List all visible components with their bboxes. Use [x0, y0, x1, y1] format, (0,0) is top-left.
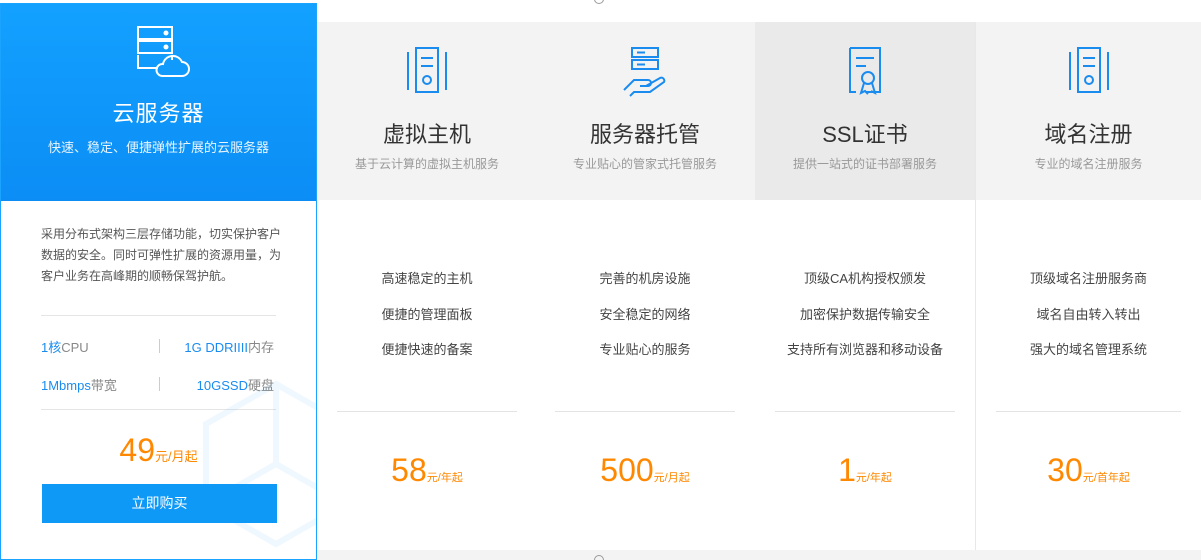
product-subtitle: 专业的域名注册服务	[1034, 157, 1143, 171]
price-number: 500	[600, 452, 654, 488]
price-unit: 元/年起	[426, 472, 463, 484]
product-price: 1元/年起	[755, 452, 975, 489]
spec-memory: 1G DDRIIII内存	[184, 337, 274, 356]
feature-item: 专业贴心的服务	[599, 342, 691, 357]
product-title: SSL证书	[822, 122, 908, 147]
feature-item: 支持所有浏览器和移动设备	[786, 342, 943, 357]
spec-value: 1G DDRIIII	[184, 340, 248, 355]
featured-price: 49元/月起	[1, 432, 316, 469]
featured-subtitle: 快速、稳定、便捷弹性扩展的云服务器	[47, 140, 269, 155]
spec-value: 1核	[41, 340, 62, 355]
feature-item: 域名自由转入转出	[1036, 307, 1141, 322]
feature-item: 安全稳定的网络	[599, 307, 691, 322]
spec-unit: 内存	[247, 340, 274, 355]
featured-description: 采用分布式架构三层存储功能，切实保护客户数据的安全。同时可弹性扩展的资源用量，为…	[41, 227, 282, 283]
product-price: 500元/月起	[535, 452, 755, 489]
carousel-dot-top	[594, 0, 604, 4]
product-title: 域名注册	[1044, 122, 1133, 147]
product-subtitle: 专业贴心的管家式托管服务	[572, 157, 717, 171]
feature-item: 强大的域名管理系统	[1029, 342, 1147, 357]
featured-card-cloud-server: 云服务器 快速、稳定、便捷弹性扩展的云服务器 采用分布式架构三层存储功能，切实保…	[0, 3, 317, 560]
feature-item: 高速稳定的主机	[381, 271, 473, 286]
divider	[555, 411, 735, 412]
price-unit: 元/年起	[855, 472, 892, 484]
cloud-server-icon	[137, 26, 190, 77]
divider	[996, 411, 1181, 412]
product-price: 30元/首年起	[976, 452, 1201, 489]
feature-item: 加密保护数据传输安全	[799, 307, 930, 322]
product-card-domain-registration[interactable]: 域名注册 专业的域名注册服务 顶级域名注册服务商 域名自由转入转出 强大的域名管…	[976, 22, 1201, 550]
price-number: 49	[119, 432, 155, 468]
price-number: 58	[391, 452, 427, 488]
feature-item: 便捷的管理面板	[381, 307, 473, 322]
server-tower-icon	[407, 47, 447, 93]
price-number: 1	[838, 452, 856, 488]
server-tower-icon	[1068, 47, 1109, 93]
buy-now-button[interactable]: 立即购买	[42, 484, 277, 523]
product-card-server-hosting[interactable]: 服务器托管 专业贴心的管家式托管服务 完善的机房设施 安全稳定的网络 专业贴心的…	[535, 22, 756, 550]
spec-bandwidth: 1Mbmps带宽	[41, 375, 117, 394]
hand-server-icon	[623, 47, 666, 97]
spec-unit: CPU	[61, 340, 89, 355]
price-unit: 元/月起	[154, 449, 198, 464]
carousel-dot-bottom[interactable]	[594, 555, 604, 560]
spec-separator	[159, 339, 160, 353]
product-card-virtual-host[interactable]: 虚拟主机 基于云计算的虚拟主机服务 高速稳定的主机 便捷的管理面板 便捷快速的备…	[317, 22, 538, 550]
price-unit: 元/月起	[653, 472, 690, 484]
feature-item: 便捷快速的备案	[381, 342, 473, 357]
featured-header: 云服务器 快速、稳定、便捷弹性扩展的云服务器	[1, 4, 316, 201]
product-title: 服务器托管	[589, 122, 700, 147]
divider	[337, 411, 517, 412]
feature-item: 顶级CA机构授权颁发	[803, 271, 927, 286]
divider	[41, 315, 276, 316]
product-subtitle: 基于云计算的虚拟主机服务	[354, 157, 499, 171]
product-subtitle: 提供一站式的证书部署服务	[792, 157, 937, 171]
product-card-ssl-certificate[interactable]: SSL证书 提供一站式的证书部署服务 顶级CA机构授权颁发 加密保护数据传输安全…	[755, 22, 976, 550]
feature-item: 完善的机房设施	[599, 271, 691, 286]
product-title: 虚拟主机	[382, 122, 471, 147]
featured-title: 云服务器	[112, 101, 205, 126]
product-price: 58元/年起	[317, 452, 537, 489]
bottom-strip	[317, 550, 1201, 560]
certificate-icon	[849, 47, 881, 95]
product-header: 服务器托管 专业贴心的管家式托管服务	[535, 22, 755, 200]
spec-separator	[159, 377, 160, 391]
spec-cpu: 1核CPU	[41, 337, 89, 356]
divider	[775, 411, 955, 412]
product-header: 虚拟主机 基于云计算的虚拟主机服务	[317, 22, 537, 200]
feature-item: 顶级域名注册服务商	[1029, 271, 1147, 286]
product-header: SSL证书 提供一站式的证书部署服务	[755, 22, 975, 200]
spec-value: 1Mbmps	[41, 378, 91, 393]
price-number: 30	[1047, 452, 1083, 488]
spec-unit: 带宽	[90, 378, 117, 393]
product-header: 域名注册 专业的域名注册服务	[976, 22, 1201, 200]
price-unit: 元/首年起	[1082, 472, 1130, 484]
